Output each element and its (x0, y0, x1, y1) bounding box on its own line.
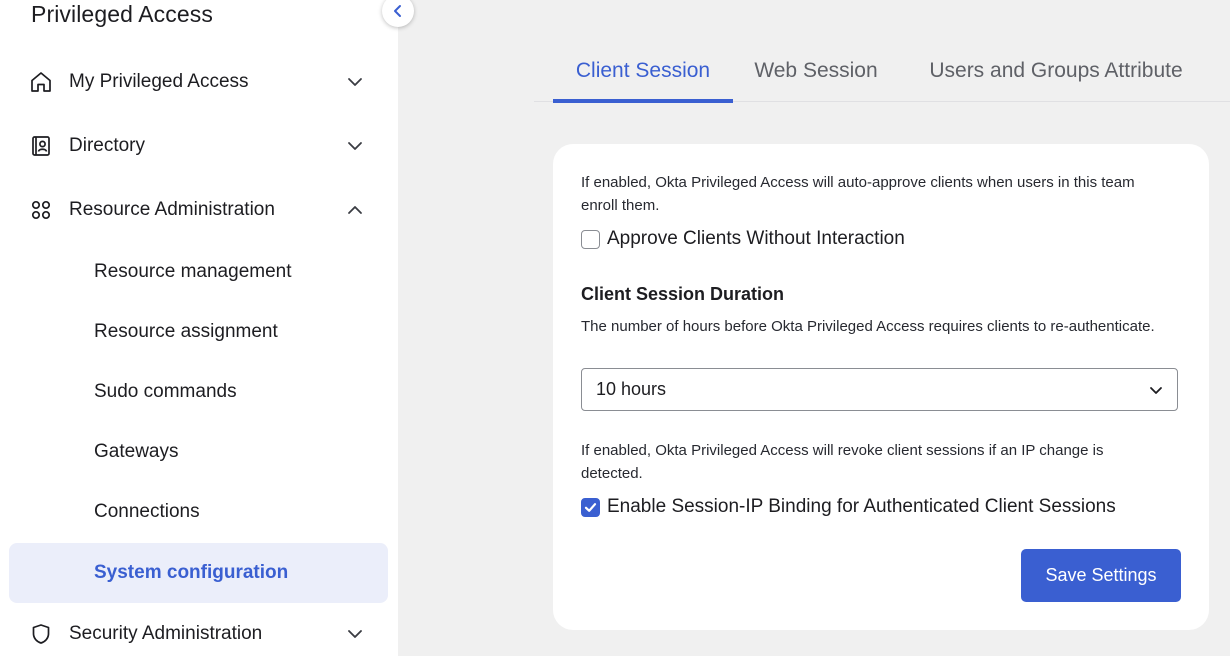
checkmark-icon (584, 502, 597, 512)
app-title: Privileged Access (31, 1, 213, 27)
sidebar-subitem-label: Sudo commands (94, 381, 237, 402)
chevron-down-icon (1150, 387, 1162, 394)
sidebar-subitem-label: Connections (94, 501, 200, 522)
ip-binding-label[interactable]: Enable Session-IP Binding for Authentica… (607, 496, 1116, 518)
sidebar-item-security-administration[interactable]: Security Administration (0, 610, 398, 656)
tab-client-session[interactable]: Client Session (553, 46, 733, 103)
sidebar-subitem-resource-management[interactable]: Resource management (0, 250, 398, 294)
chevron-down-icon[interactable] (345, 624, 365, 644)
sidebar-subitem-label: Gateways (94, 441, 179, 462)
sidebar-item-label: Security Administration (69, 623, 263, 644)
chevron-left-icon (394, 5, 401, 17)
approve-clients-checkbox[interactable] (581, 229, 600, 249)
directory-icon (32, 136, 50, 156)
shield-icon (32, 624, 50, 644)
sidebar-item-label: Directory (69, 135, 146, 156)
ip-binding-checkbox[interactable] (581, 497, 600, 517)
approve-clients-label[interactable]: Approve Clients Without Interaction (607, 228, 905, 250)
auto-approve-description: If enabled, Okta Privileged Access will … (581, 174, 1135, 214)
tab-bar: Client Session Web Session Users and Gro… (534, 46, 1230, 103)
ip-binding-description: If enabled, Okta Privileged Access will … (581, 442, 1104, 482)
sidebar-item-my-privileged-access[interactable]: My Privileged Access (0, 58, 398, 106)
sidebar: Privileged Access My Privileged Access D… (0, 0, 398, 656)
sidebar-item-resource-administration[interactable]: Resource Administration (0, 186, 398, 234)
sidebar-subitem-resource-assignment[interactable]: Resource assignment (0, 310, 398, 354)
sidebar-subitem-label: Resource assignment (94, 321, 278, 342)
client-session-settings-card: If enabled, Okta Privileged Access will … (553, 144, 1209, 630)
sidebar-item-label: My Privileged Access (69, 71, 249, 92)
sidebar-subitem-system-configuration[interactable]: System configuration (9, 543, 388, 603)
client-session-duration-description: The number of hours before Okta Privileg… (581, 318, 1155, 335)
tab-web-session[interactable]: Web Session (744, 46, 888, 101)
chevron-down-icon[interactable] (345, 72, 365, 92)
chevron-down-icon[interactable] (345, 136, 365, 156)
sidebar-subitem-sudo-commands[interactable]: Sudo commands (0, 370, 398, 414)
approve-clients-checkbox-row[interactable]: Approve Clients Without Interaction (581, 228, 905, 250)
client-session-duration-title: Client Session Duration (581, 284, 785, 304)
chevron-up-icon[interactable] (345, 200, 365, 220)
ip-binding-checkbox-row[interactable]: Enable Session-IP Binding for Authentica… (581, 496, 1116, 518)
sidebar-subitem-label: System configuration (94, 562, 289, 583)
sidebar-subitem-label: Resource management (94, 261, 292, 282)
client-session-duration-value: 10 hours (596, 379, 667, 399)
sidebar-item-label: Resource Administration (69, 199, 275, 220)
collapse-sidebar-button[interactable] (382, 0, 414, 27)
save-settings-button[interactable]: Save Settings (1021, 549, 1181, 602)
grid-icon (31, 200, 51, 220)
sidebar-item-directory[interactable]: Directory (0, 122, 398, 170)
client-session-duration-select[interactable]: 10 hours (581, 368, 1178, 411)
sidebar-subitem-gateways[interactable]: Gateways (0, 430, 398, 474)
home-icon (31, 72, 51, 92)
sidebar-subitem-connections[interactable]: Connections (0, 490, 398, 534)
tab-users-and-groups-attribute[interactable]: Users and Groups Attribute (909, 46, 1203, 101)
